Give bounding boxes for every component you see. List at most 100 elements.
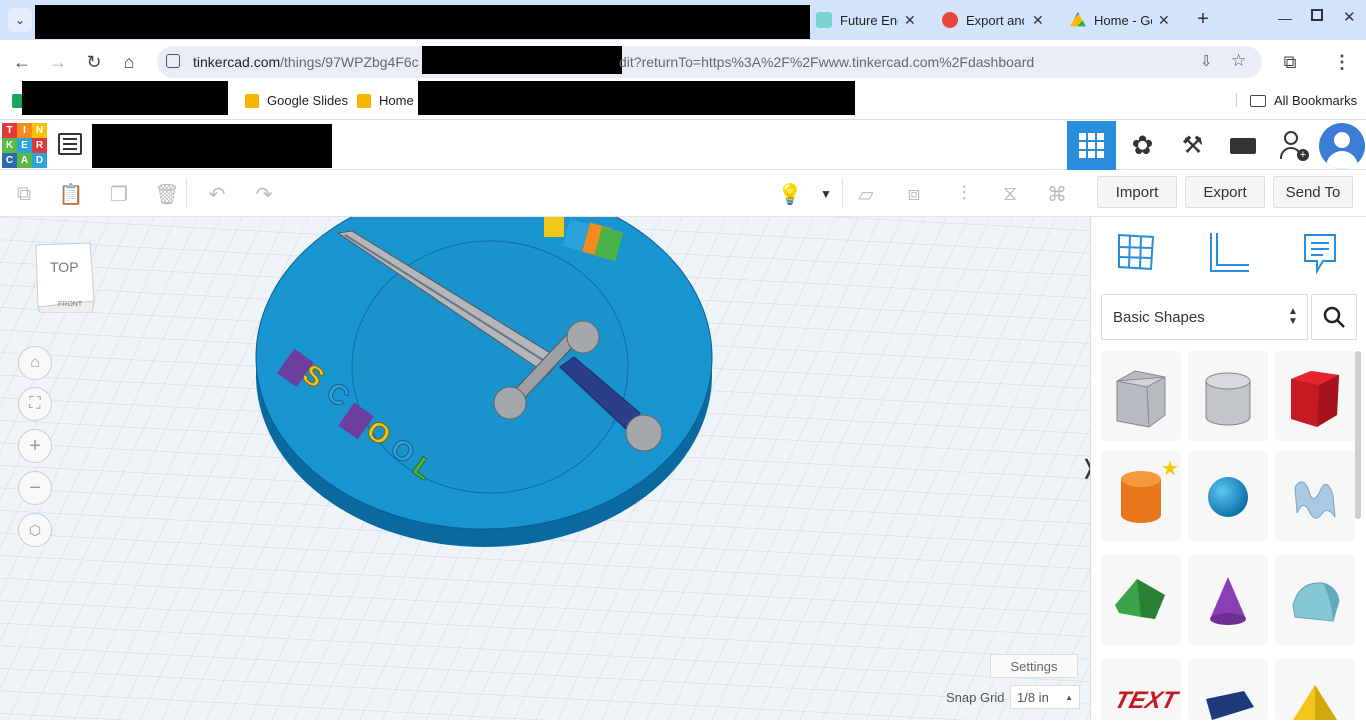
blocks-icon[interactable]: ✿ xyxy=(1118,121,1167,170)
settings-button[interactable]: Settings xyxy=(990,654,1078,678)
duplicate-icon[interactable]: ❐ xyxy=(105,180,133,208)
url-query: dit?returnTo=https%3A%2F%2Fwww.tinkercad… xyxy=(619,54,1035,70)
logo-letter: A xyxy=(17,153,32,168)
address-bar[interactable]: tinkercad.com/things/97WPZbg4F6c dit?ret… xyxy=(157,46,1262,78)
cruise-icon[interactable]: ⌘ xyxy=(1043,180,1071,208)
design-list-icon[interactable] xyxy=(58,133,82,155)
bookmark-home[interactable]: Home xyxy=(357,93,414,108)
all-bookmarks-button[interactable]: All Bookmarks xyxy=(1250,93,1357,108)
logo-letter: N xyxy=(32,123,47,138)
browser-tab-strip: ⌄ Future Eng ✕ Export and ✕ Home - Go ✕ … xyxy=(0,0,1366,40)
note-icon[interactable]: ▱ xyxy=(852,180,880,208)
reload-icon[interactable]: ↻ xyxy=(82,50,106,74)
align-icon[interactable]: ⫶ xyxy=(950,180,978,208)
svg-text:★: ★ xyxy=(1161,456,1179,480)
shape-box-red[interactable] xyxy=(1275,351,1355,441)
zoom-in-icon[interactable]: + xyxy=(18,429,52,463)
fit-view-icon[interactable]: ⛶ xyxy=(18,387,52,421)
chevron-down-icon[interactable]: ▼ xyxy=(812,180,840,208)
home-icon[interactable]: ⌂ xyxy=(117,50,141,74)
mirror-icon[interactable]: ⧖ xyxy=(996,180,1024,208)
tab-export[interactable]: Export and ✕ xyxy=(942,6,1058,34)
search-button[interactable] xyxy=(1311,294,1357,340)
ruler-icon[interactable] xyxy=(1207,231,1251,275)
zoom-out-icon[interactable]: − xyxy=(18,471,52,505)
shape-category-select[interactable]: Basic Shapes ▲ ▼ xyxy=(1101,294,1308,340)
export-button[interactable]: Export xyxy=(1185,176,1265,208)
shape-wedge[interactable] xyxy=(1188,659,1268,720)
tab-future-eng[interactable]: Future Eng ✕ xyxy=(816,6,932,34)
bookmark-google-slides[interactable]: Google Slides xyxy=(245,93,348,108)
copy-icon[interactable]: ⧉ xyxy=(10,180,38,208)
site-info-icon[interactable] xyxy=(166,54,180,68)
shape-scribble[interactable] xyxy=(1275,451,1355,541)
lightbulb-icon[interactable]: 💡 xyxy=(776,180,804,208)
slides-icon xyxy=(245,93,259,108)
shape-round-roof[interactable] xyxy=(1275,555,1355,645)
redo-icon[interactable]: ↷ xyxy=(250,180,278,208)
classroom-icon xyxy=(357,93,371,108)
bookmark-star-icon[interactable]: ☆ xyxy=(1231,51,1246,71)
shape-cylinder[interactable]: ★ xyxy=(1101,451,1181,541)
maximize-icon[interactable] xyxy=(1311,9,1323,21)
shapes-scrollbar[interactable] xyxy=(1355,351,1361,519)
home-view-icon[interactable]: ⌂ xyxy=(18,346,52,380)
close-window-icon[interactable]: ✕ xyxy=(1343,8,1356,26)
shape-roof[interactable] xyxy=(1101,555,1181,645)
shape-sphere[interactable] xyxy=(1188,451,1268,541)
browser-toolbar: ← → ↻ ⌂ tinkercad.com/things/97WPZbg4F6c… xyxy=(0,40,1366,84)
new-tab-button[interactable]: + xyxy=(1192,8,1214,30)
logo-letter: I xyxy=(17,123,32,138)
back-icon[interactable]: ← xyxy=(10,50,34,74)
folder-icon xyxy=(1250,94,1266,107)
pickaxe-icon[interactable]: ⚒ xyxy=(1168,121,1217,170)
shape-cone[interactable] xyxy=(1188,555,1268,645)
perspective-icon[interactable]: ⬡ xyxy=(18,513,52,547)
tab-home-google-drive[interactable]: Home - Go ✕ xyxy=(1070,6,1186,34)
logo-letter: R xyxy=(32,138,47,153)
tab-title: Export and xyxy=(966,12,1024,28)
shape-cylinder-hole[interactable] xyxy=(1188,351,1268,441)
undo-icon[interactable]: ↶ xyxy=(203,180,231,208)
tinkercad-logo[interactable]: TINKERCAD xyxy=(2,123,47,168)
send-to-button[interactable]: Send To xyxy=(1273,176,1353,208)
shape-box[interactable] xyxy=(1101,351,1181,441)
redacted-bookmark xyxy=(22,81,228,115)
grid-icon xyxy=(1079,133,1104,158)
shape-text[interactable]: TEXT xyxy=(1101,659,1181,720)
more-menu-icon[interactable]: ⋮ xyxy=(1330,50,1354,74)
bookmark-label: Home xyxy=(379,93,414,108)
notes-icon[interactable] xyxy=(1301,231,1341,275)
close-tab-icon[interactable]: ✕ xyxy=(1032,12,1044,29)
avatar[interactable] xyxy=(1319,123,1365,169)
logo-letter: E xyxy=(17,138,32,153)
redacted-tab xyxy=(35,5,810,39)
add-user-icon[interactable]: + xyxy=(1270,121,1319,170)
drive-icon xyxy=(1070,12,1086,27)
logo-letter: T xyxy=(2,123,17,138)
minimize-icon[interactable]: — xyxy=(1278,10,1292,26)
redacted-bookmarks xyxy=(418,81,855,115)
forward-icon[interactable]: → xyxy=(46,50,70,74)
group-icon[interactable]: ⧈ xyxy=(900,180,928,208)
view-cube-top-label: TOP xyxy=(50,259,79,275)
bookmark-label: Google Slides xyxy=(267,93,348,108)
3d-design-view-button[interactable] xyxy=(1067,121,1116,170)
import-button[interactable]: Import xyxy=(1097,176,1177,208)
shape-pyramid[interactable] xyxy=(1275,659,1355,720)
shape-category-value: Basic Shapes xyxy=(1113,309,1205,326)
delete-icon[interactable]: 🗑 xyxy=(153,180,181,208)
workplane[interactable]: S C O O L TOP FRONT ⌂ ⛶ + − ⬡ ❭ Settings… xyxy=(0,217,1090,720)
view-cube[interactable]: TOP FRONT xyxy=(32,241,96,314)
install-app-icon[interactable]: ⇩ xyxy=(1200,52,1213,70)
paste-icon[interactable]: 📋 xyxy=(57,180,85,208)
workplane-tool-icon[interactable] xyxy=(1115,231,1157,273)
bricks-icon[interactable] xyxy=(1218,121,1267,170)
snap-grid-select[interactable]: 1/8 in ▲ xyxy=(1010,685,1080,709)
shapes-panel: Basic Shapes ▲ ▼ ★ TEXT xyxy=(1090,217,1366,720)
close-tab-icon[interactable]: ✕ xyxy=(1158,12,1170,29)
extensions-icon[interactable]: ⧉ xyxy=(1278,50,1302,74)
close-tab-icon[interactable]: ✕ xyxy=(904,12,916,29)
tab-search-button[interactable]: ⌄ xyxy=(8,8,32,32)
panel-collapse-icon[interactable]: ❭ xyxy=(1080,455,1090,480)
